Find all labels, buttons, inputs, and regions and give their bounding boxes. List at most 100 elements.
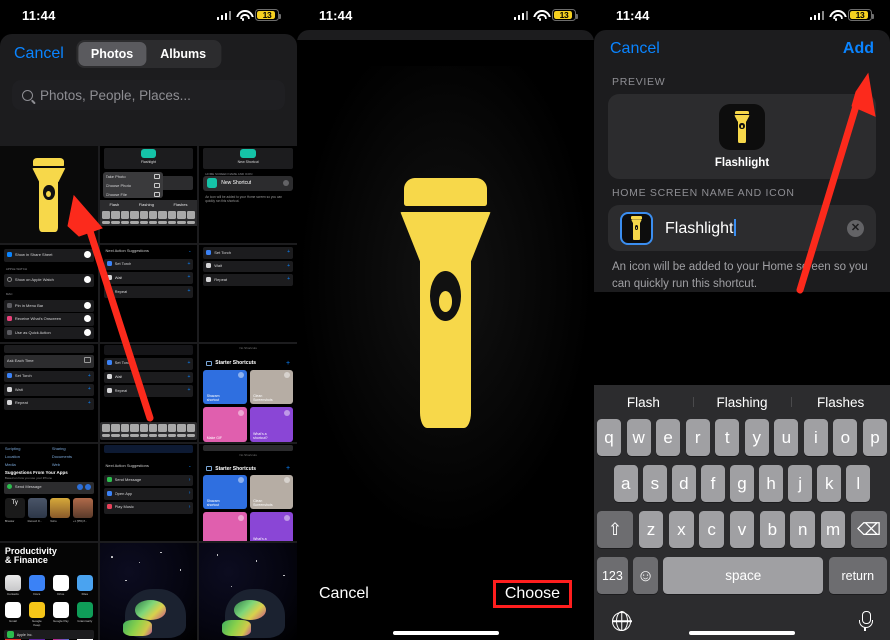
keyboard-row-1: q w e r t y u i o p bbox=[597, 419, 887, 456]
backspace-icon[interactable]: ⌫ bbox=[850, 511, 887, 548]
photo-thumbnail-next-actions-2[interactable]: Set Torch + Wait + Repeat + bbox=[99, 344, 198, 442]
cancel-button[interactable]: Cancel bbox=[14, 45, 64, 63]
photo-grid[interactable]: Flashlight HOME SCREEN NAME AND ICON Tak… bbox=[0, 146, 297, 640]
panel-add-to-home-screen: 11:44 13 Cancel Add PREVIEW Flashlight H… bbox=[594, 0, 890, 640]
photos-albums-segmented-control[interactable]: Photos Albums bbox=[75, 40, 222, 68]
key-r[interactable]: r bbox=[685, 419, 710, 456]
typing-suggestions[interactable]: Flash Flashing Flashes bbox=[594, 385, 890, 419]
photo-thumbnail-settings-toggles[interactable]: Show in Share Sheet APPLE WATCH Show on … bbox=[0, 245, 98, 343]
battery-icon: 13 bbox=[552, 9, 579, 21]
key-y[interactable]: y bbox=[744, 419, 769, 456]
cellular-signal-icon bbox=[809, 10, 824, 20]
key-m[interactable]: m bbox=[820, 511, 846, 548]
key-v[interactable]: v bbox=[729, 511, 755, 548]
photo-thumbnail-new-shortcut[interactable]: New Shortcut HOME SCREEN NAME AND ICON N… bbox=[199, 146, 297, 244]
space-key[interactable]: space bbox=[663, 557, 824, 594]
emoji-icon[interactable]: ☺ bbox=[633, 557, 658, 594]
choose-button-highlight: Choose bbox=[492, 580, 572, 608]
key-p[interactable]: p bbox=[862, 419, 887, 456]
keyboard-row-2: a s d f g h j k l bbox=[597, 465, 887, 502]
photo-thumbnail-next-actions[interactable]: Next Action Suggestions ⌄ Set Torch + Wai… bbox=[99, 245, 198, 343]
battery-icon: 13 bbox=[255, 9, 282, 21]
key-t[interactable]: t bbox=[715, 419, 740, 456]
key-x[interactable]: x bbox=[668, 511, 694, 548]
suggestion-2[interactable]: Flashing bbox=[692, 395, 792, 410]
key-q[interactable]: q bbox=[597, 419, 622, 456]
key-k[interactable]: k bbox=[817, 465, 841, 502]
add-button[interactable]: Add bbox=[843, 40, 874, 58]
photo-thumbnail-categories[interactable]: Scripting Sharing Location Documents Media We… bbox=[0, 443, 98, 541]
key-c[interactable]: c bbox=[699, 511, 725, 548]
key-d[interactable]: d bbox=[672, 465, 696, 502]
name-section-label: HOME SCREEN NAME AND ICON bbox=[612, 187, 795, 199]
preview-section-label: PREVIEW bbox=[612, 76, 666, 88]
shortcut-icon-picker[interactable] bbox=[620, 211, 653, 245]
suggestion-3[interactable]: Flashes bbox=[791, 395, 890, 410]
search-icon bbox=[22, 89, 33, 101]
photo-thumbnail-astronaut-1[interactable] bbox=[99, 542, 198, 640]
photo-action-bar: Cancel Choose bbox=[297, 566, 594, 640]
cancel-button[interactable]: Cancel bbox=[319, 585, 369, 603]
status-bar: 11:44 13 bbox=[0, 0, 297, 30]
keyboard-rows: q w e r t y u i o p a s d f g h j k l ⇧ … bbox=[594, 419, 890, 594]
shortcut-name-value-wrap[interactable]: Flashlight bbox=[665, 218, 737, 238]
status-time: 11:44 bbox=[22, 7, 56, 23]
key-j[interactable]: j bbox=[788, 465, 812, 502]
key-s[interactable]: s bbox=[643, 465, 667, 502]
battery-icon: 13 bbox=[848, 9, 875, 21]
numbers-key[interactable]: 123 bbox=[597, 557, 628, 594]
three-panel-screenshot-strip: 11:44 13 Cancel Photos Albums Photos, Pe… bbox=[0, 0, 890, 640]
tab-albums[interactable]: Albums bbox=[147, 42, 219, 66]
choose-button[interactable]: Choose bbox=[505, 585, 560, 603]
key-b[interactable]: b bbox=[759, 511, 785, 548]
cancel-button[interactable]: Cancel bbox=[610, 40, 660, 58]
key-n[interactable]: n bbox=[790, 511, 816, 548]
text-caret bbox=[734, 218, 737, 236]
key-z[interactable]: z bbox=[638, 511, 664, 548]
search-input[interactable]: Photos, People, Places... bbox=[12, 80, 285, 110]
clear-icon[interactable]: ✕ bbox=[847, 219, 864, 237]
photo-thumbnail-actions-list[interactable]: Set Torch + Wait + Repeat + bbox=[199, 245, 297, 343]
photo-thumbnail-next-actions-messages[interactable]: Next Action Suggestions ⌄ Send Message › … bbox=[99, 443, 198, 541]
key-h[interactable]: h bbox=[759, 465, 783, 502]
shortcut-name-value: Flashlight bbox=[665, 219, 734, 237]
sheet-nav-bar: Cancel Add bbox=[594, 30, 890, 68]
photo-thumbnail-menu[interactable]: Flashlight HOME SCREEN NAME AND ICON Tak… bbox=[99, 146, 198, 244]
wifi-icon bbox=[533, 10, 547, 21]
key-u[interactable]: u bbox=[774, 419, 799, 456]
return-key[interactable]: return bbox=[828, 557, 887, 594]
wifi-icon bbox=[829, 10, 843, 21]
panel-photo-picker: 11:44 13 Cancel Photos Albums Photos, Pe… bbox=[0, 0, 297, 640]
shortcut-name-field[interactable]: Flashlight ✕ bbox=[608, 205, 876, 251]
status-bar: 11:44 13 bbox=[297, 0, 594, 30]
globe-icon[interactable] bbox=[612, 611, 631, 631]
microphone-icon[interactable] bbox=[858, 611, 873, 631]
key-o[interactable]: o bbox=[833, 419, 858, 456]
photo-picker-sheet: Cancel Photos Albums Photos, People, Pla… bbox=[0, 34, 297, 640]
key-i[interactable]: i bbox=[803, 419, 828, 456]
key-f[interactable]: f bbox=[701, 465, 725, 502]
photo-thumbnail-flashlight[interactable] bbox=[0, 146, 98, 244]
key-a[interactable]: a bbox=[613, 465, 638, 502]
tab-photos[interactable]: Photos bbox=[77, 42, 147, 66]
preview-shortcut-name: Flashlight bbox=[714, 157, 770, 169]
onscreen-keyboard[interactable]: Flash Flashing Flashes q w e r t y u i o bbox=[594, 385, 890, 640]
helper-text: An icon will be added to your Home scree… bbox=[612, 261, 868, 290]
add-home-screen-sheet: Cancel Add PREVIEW Flashlight HOME SCREE… bbox=[594, 30, 890, 640]
photo-thumbnail-homescreen[interactable]: Productivity & Finance Contacts Docs Driv… bbox=[0, 542, 98, 640]
choose-photo-sheet: Choose Photo Cancel Choose bbox=[297, 30, 594, 640]
home-indicator bbox=[689, 630, 795, 635]
panel-choose-photo: 11:44 13 Choose Photo bbox=[297, 0, 594, 640]
key-g[interactable]: g bbox=[730, 465, 754, 502]
suggestion-1[interactable]: Flash bbox=[594, 395, 693, 410]
key-e[interactable]: e bbox=[656, 419, 681, 456]
photo-thumbnail-starter-shortcuts-2[interactable]: No Shortcuts Starter Shortcuts + Shazam sh… bbox=[199, 443, 297, 541]
key-w[interactable]: w bbox=[626, 419, 651, 456]
battery-level: 13 bbox=[262, 10, 272, 20]
key-l[interactable]: l bbox=[846, 465, 871, 502]
photo-thumbnail-starter-shortcuts[interactable]: No Shortcuts Starter Shortcuts + Shazam sh… bbox=[199, 344, 297, 442]
shift-icon[interactable]: ⇧ bbox=[597, 511, 634, 548]
picker-nav-bar: Cancel Photos Albums bbox=[0, 34, 297, 74]
photo-thumbnail-astronaut-2[interactable] bbox=[199, 542, 297, 640]
photo-thumbnail-ask-each-time[interactable]: Ask Each Time Set Torch + Wait + Repeat + bbox=[0, 344, 98, 442]
